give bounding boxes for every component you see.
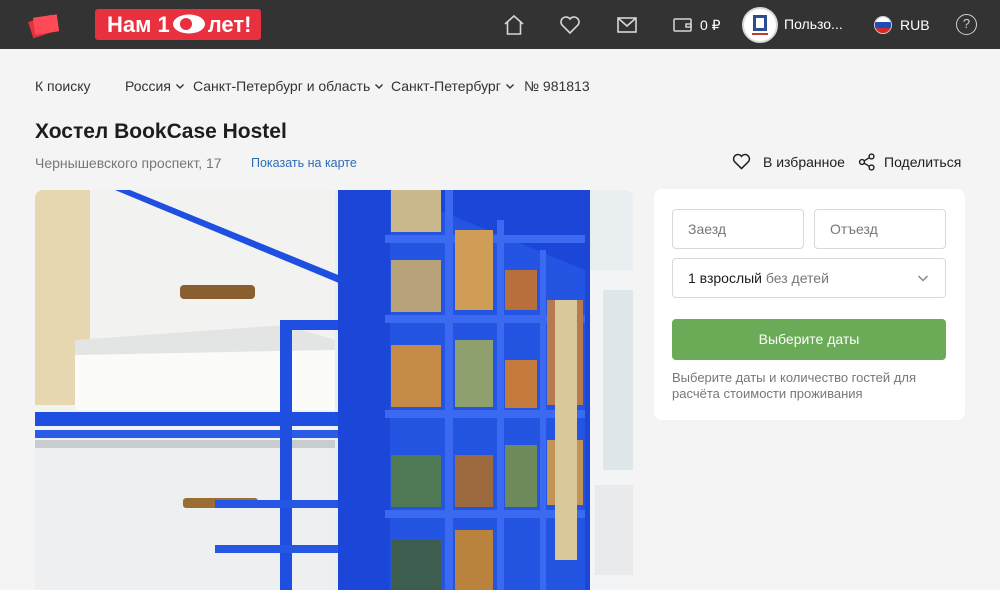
share-icon bbox=[858, 153, 875, 171]
heart-icon bbox=[732, 153, 751, 170]
share-label: Поделиться bbox=[884, 154, 962, 170]
breadcrumb-region[interactable]: Санкт-Петербург и область bbox=[193, 78, 384, 94]
currency-label: RUB bbox=[900, 17, 930, 33]
promo-text-prefix: Нам 1 bbox=[107, 12, 170, 37]
mail-icon[interactable] bbox=[615, 13, 639, 37]
breadcrumb-country[interactable]: Россия bbox=[125, 78, 185, 94]
chevron-down-icon bbox=[375, 84, 384, 89]
guests-select[interactable]: 1 взрослый без детей bbox=[672, 258, 946, 298]
avatar[interactable] bbox=[742, 7, 778, 43]
show-on-map-link[interactable]: Показать на карте bbox=[251, 156, 357, 170]
chevron-down-icon bbox=[175, 84, 184, 89]
chevron-down-icon bbox=[917, 275, 929, 282]
checkin-field[interactable]: Заезд bbox=[672, 209, 804, 249]
choose-dates-button[interactable]: Выберите даты bbox=[672, 319, 946, 360]
share-button[interactable]: Поделиться bbox=[858, 153, 961, 171]
listing-id: № 981813 bbox=[524, 78, 590, 94]
add-to-favorites-button[interactable]: В избранное bbox=[732, 153, 845, 170]
guests-children: без детей bbox=[762, 270, 829, 286]
breadcrumb-city-label: Санкт-Петербург bbox=[391, 78, 501, 94]
balance-amount: 0 ₽ bbox=[700, 16, 721, 33]
breadcrumb-region-label: Санкт-Петербург и область bbox=[193, 78, 371, 94]
favorites-label: В избранное bbox=[763, 153, 845, 170]
page-title: Хостел BookCase Hostel bbox=[35, 120, 287, 143]
username[interactable]: Пользо... bbox=[784, 16, 843, 32]
help-icon[interactable]: ? bbox=[956, 14, 977, 35]
hotel-photo[interactable] bbox=[35, 190, 633, 590]
back-to-search-link[interactable]: К поиску bbox=[35, 78, 91, 94]
breadcrumb-country-label: Россия bbox=[125, 78, 171, 94]
balance[interactable]: 0 ₽ bbox=[673, 14, 721, 36]
currency-selector[interactable]: RUB bbox=[874, 14, 930, 36]
logo-icon[interactable] bbox=[28, 10, 60, 40]
anniversary-banner[interactable]: Нам 1 лет! bbox=[95, 9, 261, 40]
russia-flag-icon bbox=[874, 16, 892, 34]
home-icon[interactable] bbox=[502, 13, 526, 37]
checkout-field[interactable]: Отъезд bbox=[814, 209, 946, 249]
heart-icon[interactable] bbox=[558, 13, 582, 37]
top-bar: Нам 1 лет! 0 ₽ Пользо... RUB ? bbox=[0, 0, 1000, 49]
eye-icon bbox=[172, 11, 206, 34]
wallet-icon bbox=[673, 18, 692, 32]
promo-text-suffix: лет! bbox=[207, 12, 252, 37]
back-to-search-label: К поиску bbox=[35, 78, 91, 94]
breadcrumb-city[interactable]: Санкт-Петербург bbox=[391, 78, 515, 94]
booking-hint: Выберите даты и количество гостей для ра… bbox=[672, 370, 916, 401]
hotel-address: Чернышевского проспект, 17 bbox=[35, 155, 222, 171]
guests-adults: 1 взрослый bbox=[688, 270, 762, 286]
chevron-down-icon bbox=[505, 84, 514, 89]
